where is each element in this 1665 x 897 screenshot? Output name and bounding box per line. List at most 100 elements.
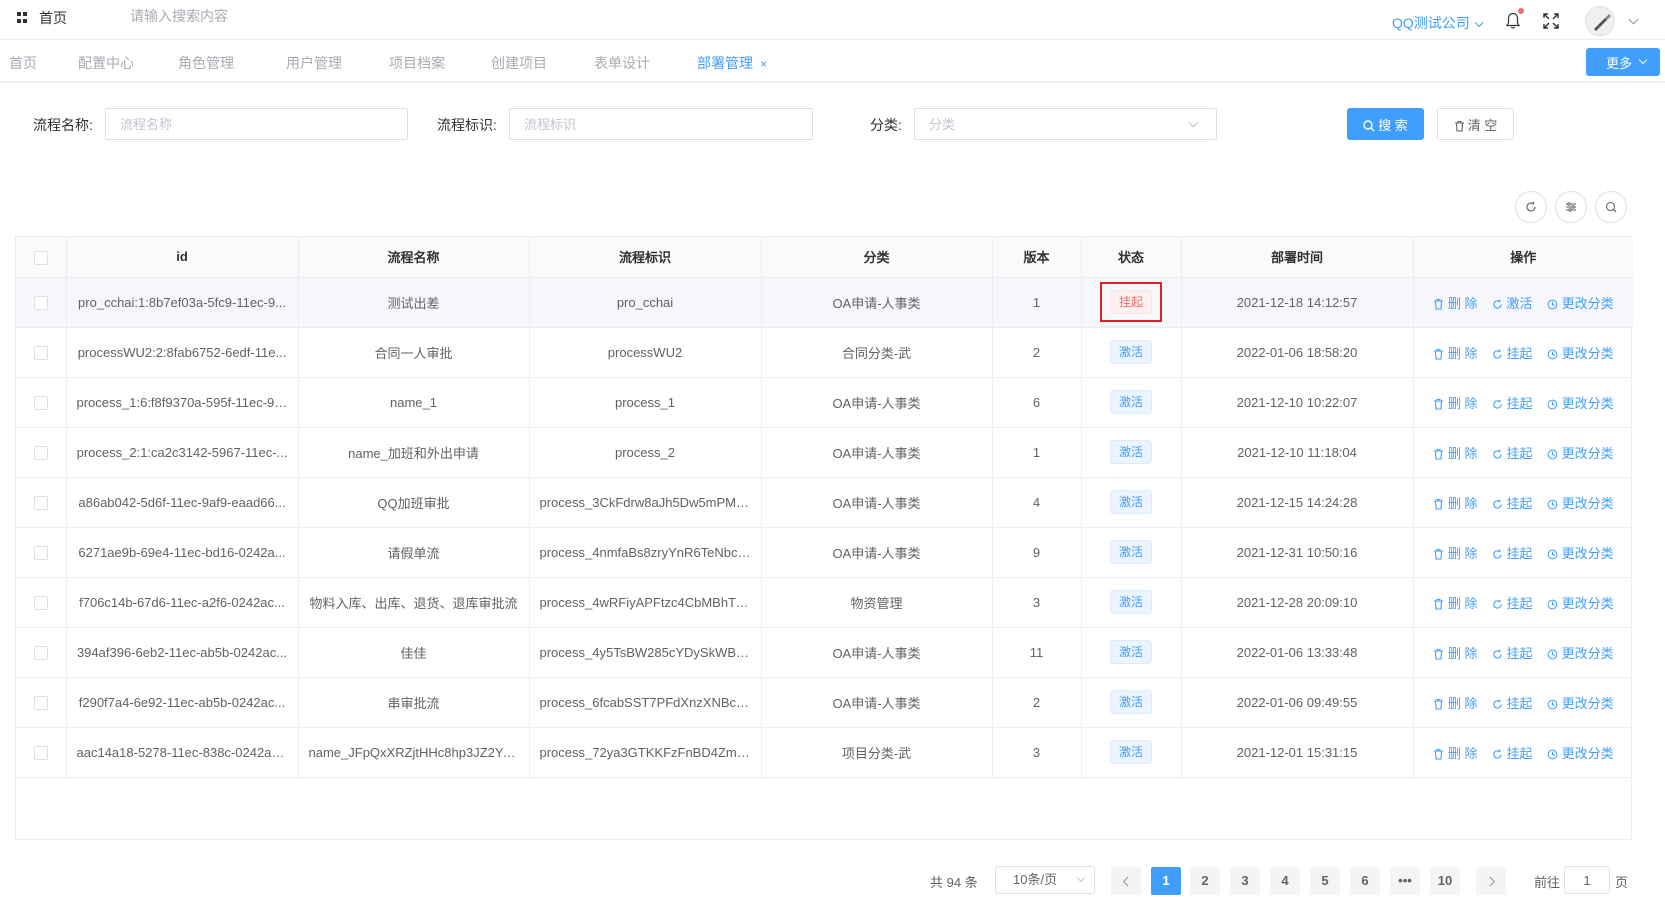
- avatar-chevron-icon[interactable]: [1628, 14, 1639, 25]
- process-key-input[interactable]: [509, 108, 813, 140]
- page-button[interactable]: 2: [1190, 867, 1220, 895]
- bell-icon[interactable]: [1505, 12, 1521, 30]
- next-page-button[interactable]: [1476, 867, 1506, 895]
- change-category-button[interactable]: 更改分类: [1547, 693, 1614, 712]
- avatar[interactable]: [1585, 6, 1615, 36]
- home-link[interactable]: 首页: [39, 8, 67, 28]
- change-category-button[interactable]: 更改分类: [1547, 643, 1614, 662]
- row-select-cell[interactable]: [16, 727, 67, 778]
- category-select[interactable]: [914, 108, 1217, 140]
- select-all-cell[interactable]: [16, 237, 67, 278]
- row-checkbox[interactable]: [33, 345, 48, 360]
- table-row[interactable]: 6271ae9b-69e4-11ec-bd16-0242a... 请假单流 proc…: [16, 527, 1633, 578]
- table-row[interactable]: aac14a18-5278-11ec-838c-0242ac... name_JF…: [16, 727, 1633, 778]
- toggle-status-button[interactable]: 挂起: [1492, 543, 1533, 562]
- row-checkbox[interactable]: [33, 395, 48, 410]
- toggle-status-button[interactable]: 挂起: [1492, 743, 1533, 762]
- delete-button[interactable]: 删 除: [1433, 393, 1478, 412]
- change-category-button[interactable]: 更改分类: [1547, 293, 1614, 312]
- row-select-cell[interactable]: [16, 577, 67, 628]
- table-row[interactable]: 394af396-6eb2-11ec-ab5b-0242ac... 佳佳 proce…: [16, 627, 1633, 678]
- table-row[interactable]: process_2:1:ca2c3142-5967-11ec-... name_加…: [16, 427, 1633, 478]
- refresh-button[interactable]: [1515, 191, 1547, 223]
- change-category-button[interactable]: 更改分类: [1547, 543, 1614, 562]
- more-pages-button[interactable]: •••: [1390, 867, 1420, 895]
- table-row[interactable]: f706c14b-67d6-11ec-a2f6-0242ac... 物料入库、出库…: [16, 577, 1633, 628]
- tab-close-icon[interactable]: ×: [760, 57, 767, 71]
- delete-button[interactable]: 删 除: [1433, 293, 1478, 312]
- table-row[interactable]: f290f7a4-6e92-11ec-ab5b-0242ac... 串审批流 pro…: [16, 677, 1633, 728]
- search-button[interactable]: 搜 索: [1347, 108, 1424, 140]
- change-category-button[interactable]: 更改分类: [1547, 343, 1614, 362]
- toggle-status-button[interactable]: 挂起: [1492, 443, 1533, 462]
- row-select-cell[interactable]: [16, 377, 67, 428]
- select-all-checkbox[interactable]: [33, 250, 48, 265]
- delete-button[interactable]: 删 除: [1433, 593, 1478, 612]
- global-search-input[interactable]: [130, 8, 370, 24]
- change-category-button[interactable]: 更改分类: [1547, 593, 1614, 612]
- tab-home[interactable]: 首页: [9, 53, 37, 73]
- delete-button[interactable]: 删 除: [1433, 343, 1478, 362]
- toggle-status-button[interactable]: 挂起: [1492, 393, 1533, 412]
- clear-button[interactable]: 清 空: [1437, 108, 1514, 140]
- row-checkbox[interactable]: [33, 545, 48, 560]
- page-size-select[interactable]: 10条/页: [995, 866, 1095, 894]
- tab-user-management[interactable]: 用户管理: [286, 53, 342, 73]
- tab-create-project[interactable]: 创建项目: [491, 53, 547, 73]
- row-select-cell[interactable]: [16, 277, 67, 328]
- row-select-cell[interactable]: [16, 327, 67, 378]
- change-category-button[interactable]: 更改分类: [1547, 493, 1614, 512]
- tab-deploy-management[interactable]: 部署管理 ×: [697, 53, 767, 73]
- delete-button[interactable]: 删 除: [1433, 493, 1478, 512]
- row-checkbox[interactable]: [33, 695, 48, 710]
- table-row[interactable]: process_1:6:f8f9370a-595f-11ec-9c... name…: [16, 377, 1633, 428]
- row-select-cell[interactable]: [16, 477, 67, 528]
- toggle-status-button[interactable]: 挂起: [1492, 693, 1533, 712]
- row-checkbox[interactable]: [33, 445, 48, 460]
- tab-role-management[interactable]: 角色管理: [178, 53, 234, 73]
- home-grid-icon[interactable]: [17, 12, 28, 23]
- tab-config-center[interactable]: 配置中心: [78, 53, 134, 73]
- toggle-status-button[interactable]: 挂起: [1492, 343, 1533, 362]
- more-button[interactable]: 更多: [1586, 48, 1660, 76]
- row-select-cell[interactable]: [16, 427, 67, 478]
- page-button[interactable]: 3: [1230, 867, 1260, 895]
- change-category-button[interactable]: 更改分类: [1547, 743, 1614, 762]
- page-button[interactable]: 6: [1350, 867, 1380, 895]
- row-checkbox[interactable]: [33, 745, 48, 760]
- tab-project-archive[interactable]: 项目档案: [389, 53, 445, 73]
- row-checkbox[interactable]: [33, 645, 48, 660]
- company-dropdown[interactable]: QQ测试公司: [1392, 13, 1484, 33]
- delete-button[interactable]: 删 除: [1433, 643, 1478, 662]
- change-category-button[interactable]: 更改分类: [1547, 443, 1614, 462]
- toggle-status-button[interactable]: 挂起: [1492, 593, 1533, 612]
- toggle-status-button[interactable]: 挂起: [1492, 493, 1533, 512]
- delete-button[interactable]: 删 除: [1433, 743, 1478, 762]
- row-checkbox[interactable]: [33, 595, 48, 610]
- page-button[interactable]: 10: [1430, 867, 1460, 895]
- delete-button[interactable]: 删 除: [1433, 543, 1478, 562]
- row-checkbox[interactable]: [33, 495, 48, 510]
- fullscreen-icon[interactable]: [1543, 13, 1559, 29]
- row-checkbox[interactable]: [33, 295, 48, 310]
- page-button[interactable]: 5: [1310, 867, 1340, 895]
- delete-button[interactable]: 删 除: [1433, 693, 1478, 712]
- table-row[interactable]: a86ab042-5d6f-11ec-9af9-eaad66... QQ加班审批 p…: [16, 477, 1633, 528]
- row-select-cell[interactable]: [16, 627, 67, 678]
- toggle-search-button[interactable]: [1595, 191, 1627, 223]
- page-button[interactable]: 1: [1151, 867, 1181, 895]
- table-row[interactable]: processWU2:2:8fab6752-6edf-11e... 合同一人审批 p…: [16, 327, 1633, 378]
- delete-button[interactable]: 删 除: [1433, 443, 1478, 462]
- row-select-cell[interactable]: [16, 527, 67, 578]
- toggle-status-button[interactable]: 挂起: [1492, 643, 1533, 662]
- table-row[interactable]: pro_cchai:1:8b7ef03a-5fc9-11ec-9... 测试出差 p…: [16, 277, 1633, 328]
- column-settings-button[interactable]: [1555, 191, 1587, 223]
- toggle-status-button[interactable]: 激活: [1492, 293, 1533, 312]
- prev-page-button[interactable]: [1111, 867, 1141, 895]
- page-button[interactable]: 4: [1270, 867, 1300, 895]
- goto-page-input[interactable]: [1564, 866, 1610, 894]
- change-category-button[interactable]: 更改分类: [1547, 393, 1614, 412]
- process-name-input[interactable]: [105, 108, 408, 140]
- tab-form-design[interactable]: 表单设计: [594, 53, 650, 73]
- row-select-cell[interactable]: [16, 677, 67, 728]
